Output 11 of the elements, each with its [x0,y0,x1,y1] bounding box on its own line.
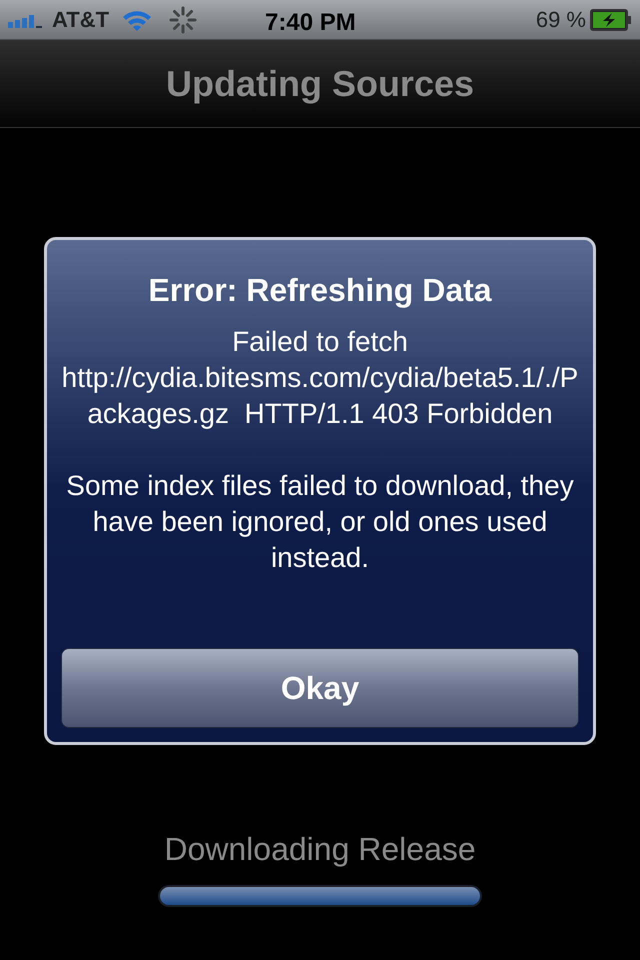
carrier-text: AT&T [52,6,110,34]
alert-message: Failed to fetch http://cydia.bitesms.com/cydia/beta5.1/./Packages.gz HTTP/1.1 403 Forbidden [61,325,579,431]
nav-title: Updating Sources [166,62,474,106]
alert-message: Some index files failed to download, they have been ignored, or old ones used instead. [65,469,575,575]
okay-button[interactable]: Okay [61,648,579,728]
battery-icon [590,8,632,30]
battery-percent: 69 % [536,6,586,34]
time-text: 7:40 PM [265,8,356,38]
spinner-icon [169,6,198,34]
alert-title: Error: Refreshing Data [148,271,492,310]
progress-label: Downloading Release [164,830,476,869]
